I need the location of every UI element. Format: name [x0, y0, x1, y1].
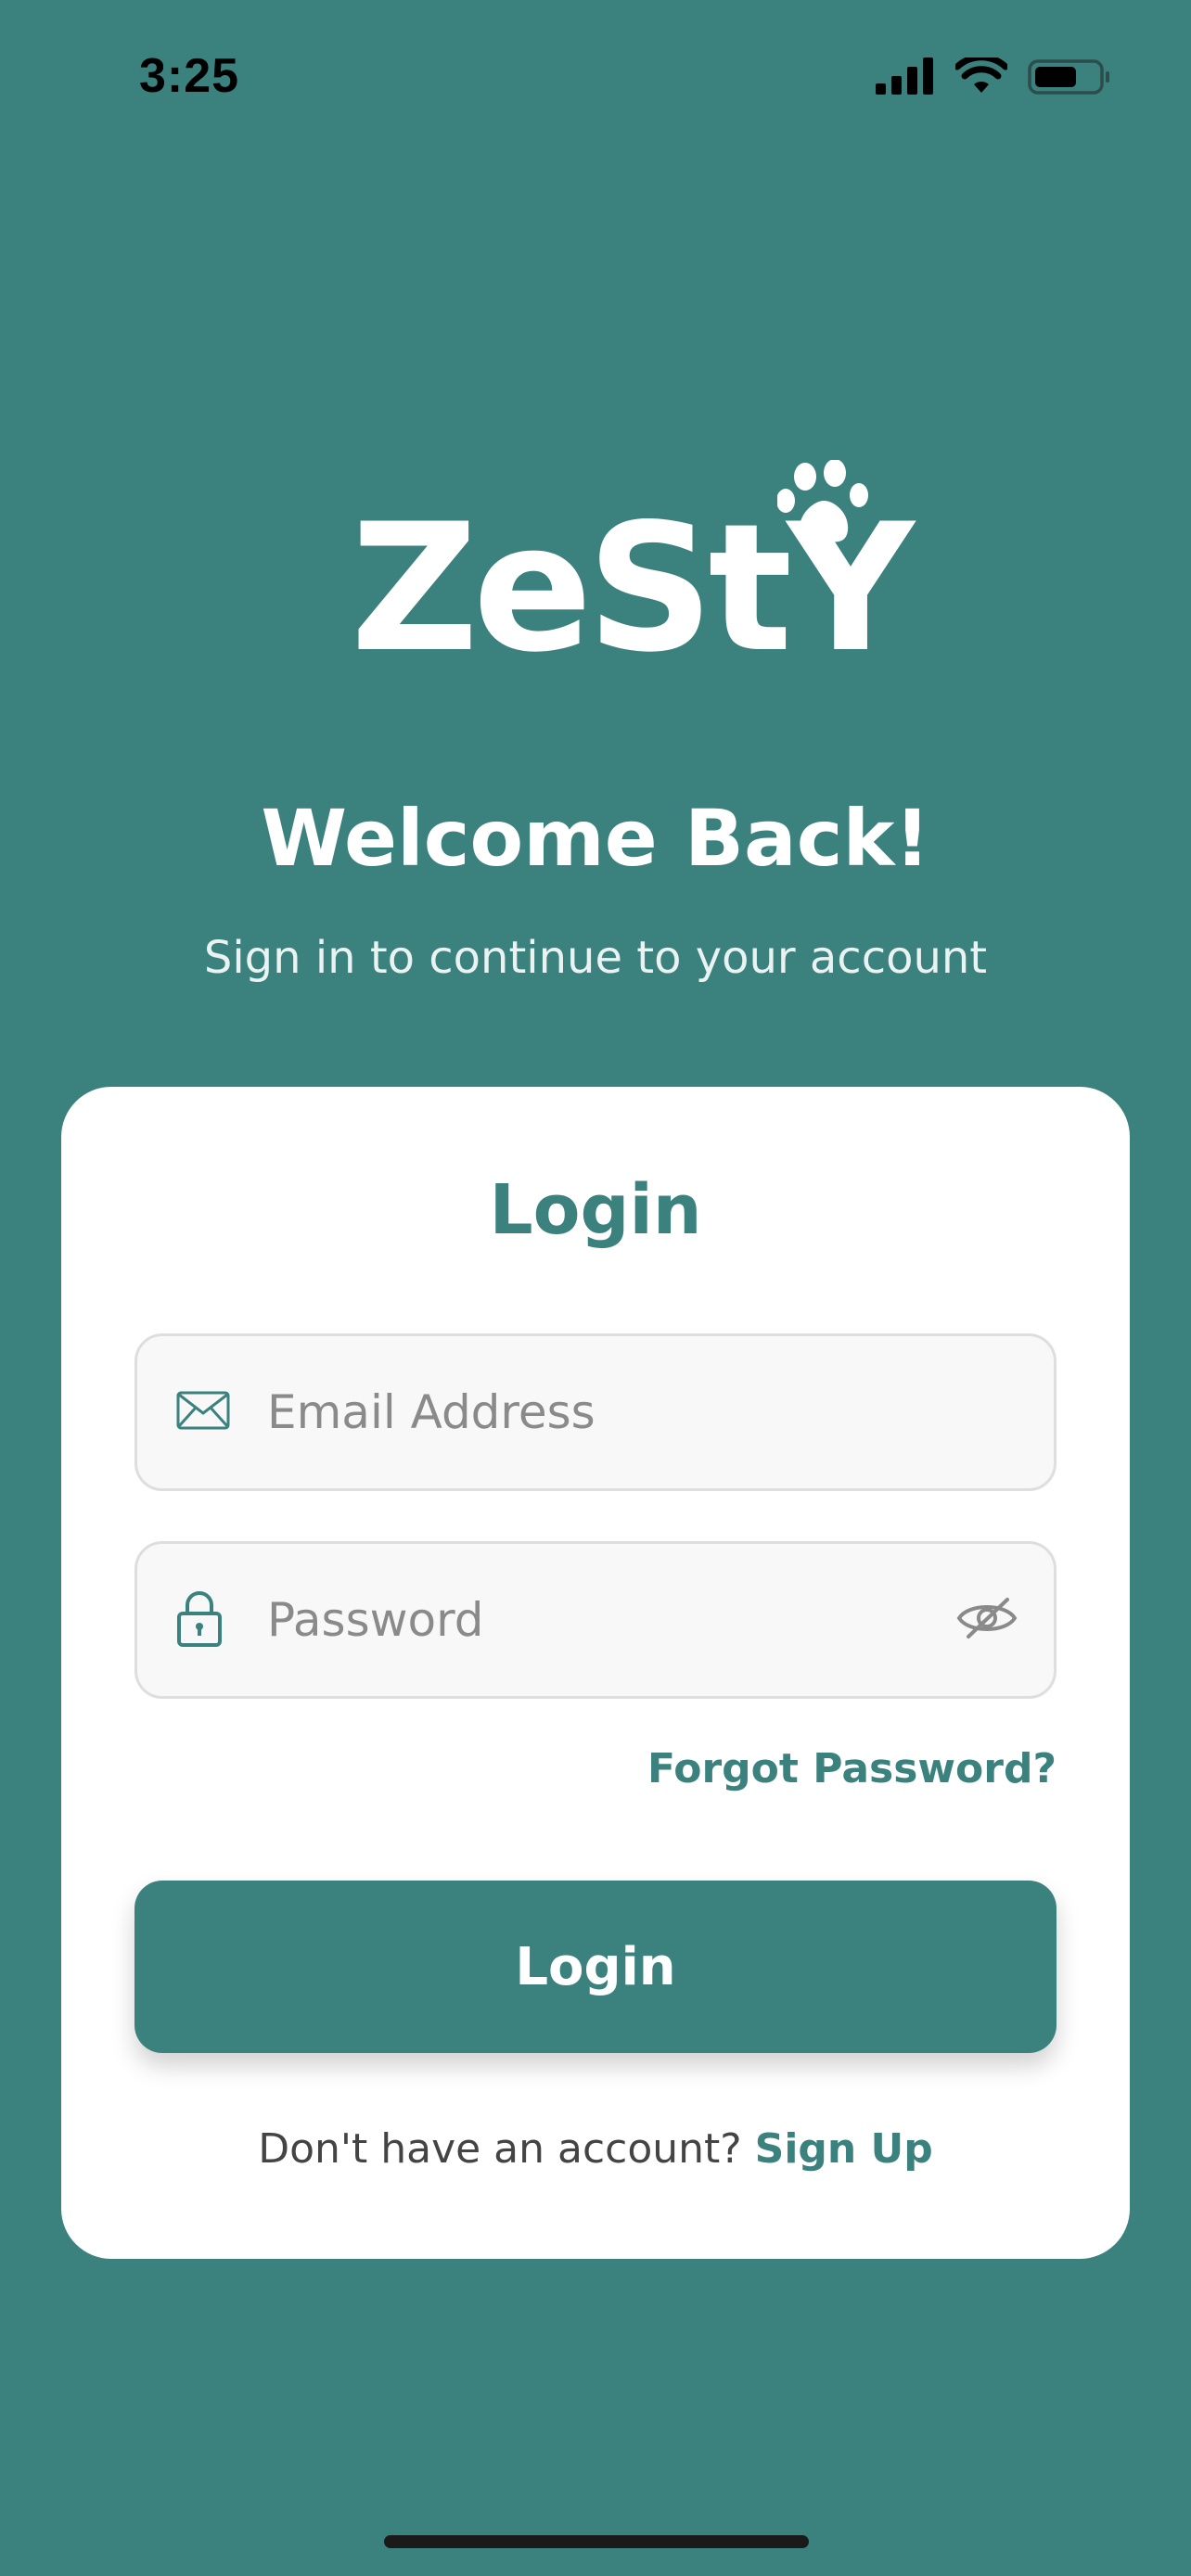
brand-logo: ZeStY — [0, 445, 1191, 677]
status-time: 3:25 — [139, 49, 240, 103]
battery-icon — [1028, 59, 1109, 95]
login-screen: 3:25 ZeStY Welcome Back! Sign in to cont… — [0, 0, 1191, 2576]
card-title: Login — [489, 1170, 702, 1250]
signup-prompt: Don't have an account? — [258, 2125, 755, 2173]
signup-link[interactable]: Sign Up — [755, 2125, 933, 2173]
email-field[interactable] — [134, 1333, 1057, 1491]
welcome-heading: Welcome Back! — [261, 793, 930, 884]
email-input[interactable] — [267, 1336, 916, 1488]
mail-icon — [176, 1391, 230, 1434]
lock-icon — [176, 1588, 223, 1651]
cellular-signal-icon — [876, 57, 933, 95]
login-card: Login Email Address Forgot Password? Log… — [61, 1087, 1130, 2259]
eye-off-icon[interactable] — [955, 1596, 1018, 1644]
wifi-icon — [955, 57, 1007, 93]
password-input[interactable] — [267, 1544, 916, 1696]
home-indicator[interactable] — [384, 2535, 809, 2548]
password-field[interactable] — [134, 1541, 1057, 1699]
welcome-subtitle: Sign in to continue to your account — [203, 932, 988, 984]
paw-icon — [777, 460, 868, 543]
login-button[interactable]: Login — [134, 1881, 1057, 2053]
status-icons — [876, 57, 1111, 95]
signup-row: Don't have an account? Sign Up — [61, 2125, 1130, 2173]
forgot-password-link[interactable]: Forgot Password? — [647, 1745, 1057, 1792]
